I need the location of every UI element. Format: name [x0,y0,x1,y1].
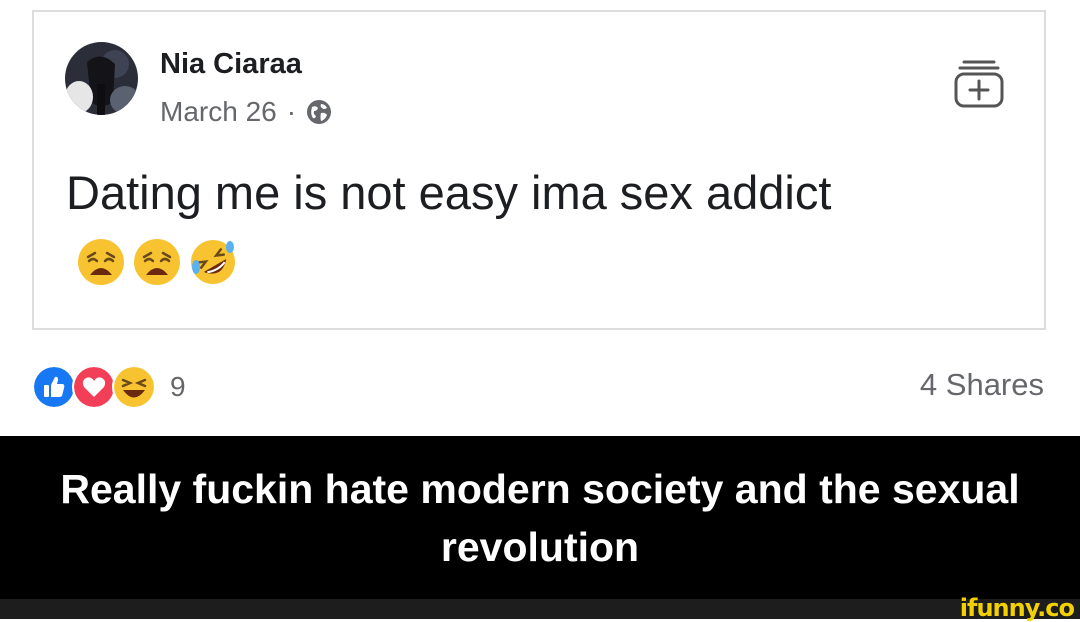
author-avatar[interactable] [65,42,138,115]
meme-caption-bar: Really fuckin hate modern society and th… [0,436,1080,599]
save-post-icon [954,60,1004,108]
ifunny-watermark: ifunny.co [959,594,1075,622]
globe-icon [307,100,332,124]
author-name[interactable]: Nia Ciaraa [160,48,302,81]
reactions-summary[interactable]: 9 [32,365,186,409]
haha-icon [112,365,156,409]
meta-separator: · [286,96,297,127]
save-post-button[interactable] [950,54,1008,112]
post-card: Nia Ciaraa March 26 · Dating me is not e… [32,10,1046,330]
rolling-on-floor-laughing-icon [191,240,235,284]
reaction-count[interactable]: 9 [170,371,186,403]
post-body: Dating me is not easy ima sex addict [66,158,966,298]
weary-face-icon [78,239,124,285]
shares-count[interactable]: 4 Shares [920,367,1044,403]
weary-face-icon [134,239,180,285]
love-icon [72,365,116,409]
footer-bar [0,599,1080,619]
post-meta: March 26 · [160,96,332,128]
meme-caption: Really fuckin hate modern society and th… [60,465,1020,570]
post-date[interactable]: March 26 [160,96,277,128]
post-emojis [76,237,238,287]
post-text: Dating me is not easy ima sex addict [66,166,832,219]
like-icon [32,365,76,409]
